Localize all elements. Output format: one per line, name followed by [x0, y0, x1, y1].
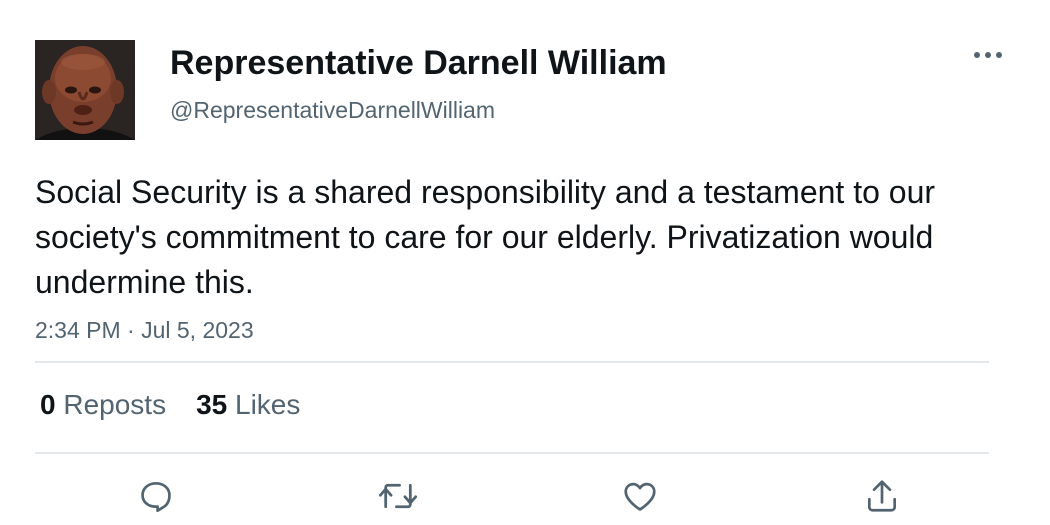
reply-button[interactable]: [136, 476, 176, 516]
divider: [35, 361, 989, 363]
likes-label: Likes: [235, 389, 301, 420]
tweet-text: Social Security is a shared responsibili…: [35, 174, 936, 300]
like-button[interactable]: [620, 476, 660, 516]
likes-count: 35: [196, 389, 228, 420]
repost-button[interactable]: [378, 476, 418, 516]
share-upload-icon: [867, 480, 897, 512]
tweet-timestamp[interactable]: 2:34 PM · Jul 5, 2023: [35, 316, 254, 344]
reposts-count: 0: [40, 389, 56, 420]
share-button[interactable]: [862, 476, 902, 516]
profile-photo: [35, 40, 135, 140]
repost-arrows-icon: [378, 483, 418, 509]
heart-icon: [624, 482, 656, 511]
more-options-button[interactable]: [968, 40, 1008, 70]
reposts-stat[interactable]: 0 Reposts: [40, 388, 166, 422]
speech-bubble-icon: [141, 481, 171, 513]
reposts-label: Reposts: [63, 389, 167, 420]
display-name[interactable]: Representative Darnell William: [170, 42, 667, 84]
action-bar: [0, 476, 1050, 516]
more-dots-icon: [974, 52, 1002, 58]
avatar[interactable]: [35, 40, 135, 140]
user-handle[interactable]: @RepresentativeDarnellWilliam: [170, 96, 495, 124]
divider: [35, 452, 989, 454]
engagement-stats: 0 Reposts 35 Likes: [40, 388, 300, 422]
likes-stat[interactable]: 35 Likes: [196, 388, 300, 422]
